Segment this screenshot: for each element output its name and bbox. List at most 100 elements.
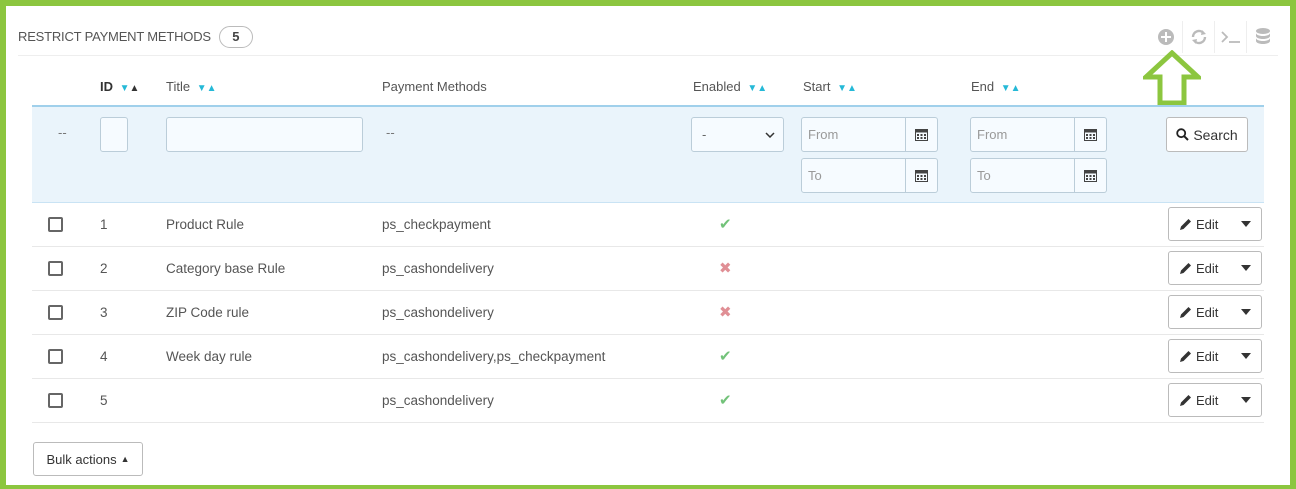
row-checkbox[interactable] [48, 304, 63, 320]
row-title: Category base Rule [160, 246, 376, 291]
filter-select-dash: -- [32, 106, 94, 203]
edit-dropdown-toggle[interactable] [1231, 265, 1261, 271]
header-payment-methods: Payment Methods [376, 68, 687, 107]
pencil-icon [1180, 350, 1191, 362]
row-checkbox[interactable] [48, 216, 63, 232]
row-id: 1 [94, 202, 160, 247]
check-icon[interactable]: ✔ [719, 392, 732, 409]
edit-button[interactable]: Edit [1169, 217, 1231, 232]
pencil-icon [1180, 218, 1191, 230]
edit-button[interactable]: Edit [1169, 393, 1231, 408]
header-actions [1159, 68, 1264, 107]
refresh-icon[interactable] [1182, 21, 1214, 53]
filter-title-input[interactable] [166, 117, 363, 152]
cross-icon[interactable]: ✖ [719, 304, 732, 321]
row-id: 2 [94, 246, 160, 291]
sort-desc-icon[interactable]: ▼ [120, 83, 130, 94]
start-from-input[interactable]: From [801, 117, 906, 152]
edit-button-group: Edit [1168, 251, 1262, 285]
header-start[interactable]: Start ▼▲ [797, 68, 965, 107]
edit-label: Edit [1196, 216, 1219, 232]
row-title: Week day rule [160, 334, 376, 379]
pencil-icon [1180, 394, 1191, 406]
table-row[interactable]: 1 Product Rule ps_checkpayment ✔ Edit [32, 202, 1264, 247]
caret-down-icon [1241, 265, 1251, 271]
calendar-icon[interactable] [906, 117, 938, 152]
calendar-icon[interactable] [1075, 117, 1107, 152]
filter-payment-dash: -- [376, 106, 687, 203]
filter-id-input[interactable] [100, 117, 128, 152]
edit-dropdown-toggle[interactable] [1231, 221, 1261, 227]
filter-enabled-select[interactable]: - [691, 117, 784, 152]
end-to-input[interactable]: To [970, 158, 1075, 193]
table-row[interactable]: 5 ps_cashondelivery ✔ Edit [32, 378, 1264, 423]
panel-header: RESTRICT PAYMENT METHODS 5 [18, 18, 1278, 56]
search-button[interactable]: Search [1166, 117, 1248, 152]
count-badge: 5 [218, 25, 253, 48]
header-id[interactable]: ID ▼▲ [94, 68, 160, 107]
row-start [797, 246, 965, 291]
row-payment-methods: ps_cashondelivery,ps_checkpayment [376, 334, 687, 379]
table-body: 1 Product Rule ps_checkpayment ✔ Edit 2 Catego… [32, 202, 1264, 423]
end-from-input[interactable]: From [970, 117, 1075, 152]
row-id: 5 [94, 378, 160, 423]
terminal-icon[interactable] [1214, 21, 1246, 53]
start-to-input[interactable]: To [801, 158, 906, 193]
calendar-icon[interactable] [906, 158, 938, 193]
edit-label: Edit [1196, 304, 1219, 320]
row-end [965, 246, 1159, 291]
table-row[interactable]: 3 ZIP Code rule ps_cashondelivery ✖ Edit [32, 290, 1264, 335]
header-end[interactable]: End ▼▲ [965, 68, 1159, 107]
row-checkbox[interactable] [48, 348, 63, 364]
add-icon[interactable] [1150, 21, 1182, 53]
edit-label: Edit [1196, 348, 1219, 364]
row-payment-methods: ps_cashondelivery [376, 246, 687, 291]
database-icon[interactable] [1246, 21, 1278, 53]
row-start [797, 202, 965, 247]
table-header-row: ID ▼▲ Title ▼▲ Payment Methods Enabled ▼… [32, 68, 1264, 107]
cross-icon[interactable]: ✖ [719, 260, 732, 277]
chevron-down-icon [765, 131, 775, 138]
bulk-actions-label: Bulk actions [46, 451, 117, 467]
search-label: Search [1193, 126, 1238, 143]
calendar-icon[interactable] [1075, 158, 1107, 193]
caret-down-icon [1241, 397, 1251, 403]
rules-table: ID ▼▲ Title ▼▲ Payment Methods Enabled ▼… [32, 68, 1264, 423]
row-id: 3 [94, 290, 160, 335]
edit-button-group: Edit [1168, 295, 1262, 329]
sort-arrows-icon[interactable]: ▼▲ [197, 83, 217, 94]
pencil-icon [1180, 306, 1191, 318]
row-start [797, 378, 965, 423]
header-title[interactable]: Title ▼▲ [160, 68, 376, 107]
sort-arrows-icon[interactable]: ▼▲ [747, 83, 767, 94]
pencil-icon [1180, 262, 1191, 274]
sort-arrows-icon[interactable]: ▼▲ [837, 83, 857, 94]
edit-label: Edit [1196, 260, 1219, 276]
edit-button[interactable]: Edit [1169, 305, 1231, 320]
edit-dropdown-toggle[interactable] [1231, 397, 1261, 403]
edit-dropdown-toggle[interactable] [1231, 309, 1261, 315]
bulk-actions-button[interactable]: Bulk actions ▲ [33, 442, 143, 476]
sort-asc-icon[interactable]: ▲ [130, 83, 140, 94]
check-icon[interactable]: ✔ [719, 216, 732, 233]
row-payment-methods: ps_cashondelivery [376, 378, 687, 423]
table-row[interactable]: 4 Week day rule ps_cashondelivery,ps_check… [32, 334, 1264, 379]
check-icon[interactable]: ✔ [719, 348, 732, 365]
row-checkbox[interactable] [48, 392, 63, 408]
table-row[interactable]: 2 Category base Rule ps_cashondelivery ✖ Edi… [32, 246, 1264, 291]
row-id: 4 [94, 334, 160, 379]
edit-button[interactable]: Edit [1169, 261, 1231, 276]
search-icon [1176, 128, 1190, 141]
row-start [797, 290, 965, 335]
row-title [160, 378, 376, 423]
caret-down-icon [1241, 353, 1251, 359]
header-enabled[interactable]: Enabled ▼▲ [687, 68, 797, 107]
edit-label: Edit [1196, 392, 1219, 408]
edit-dropdown-toggle[interactable] [1231, 353, 1261, 359]
row-title: ZIP Code rule [160, 290, 376, 335]
edit-button[interactable]: Edit [1169, 349, 1231, 364]
row-checkbox[interactable] [48, 260, 63, 276]
row-end [965, 202, 1159, 247]
sort-arrows-icon[interactable]: ▼▲ [1001, 83, 1021, 94]
row-title: Product Rule [160, 202, 376, 247]
